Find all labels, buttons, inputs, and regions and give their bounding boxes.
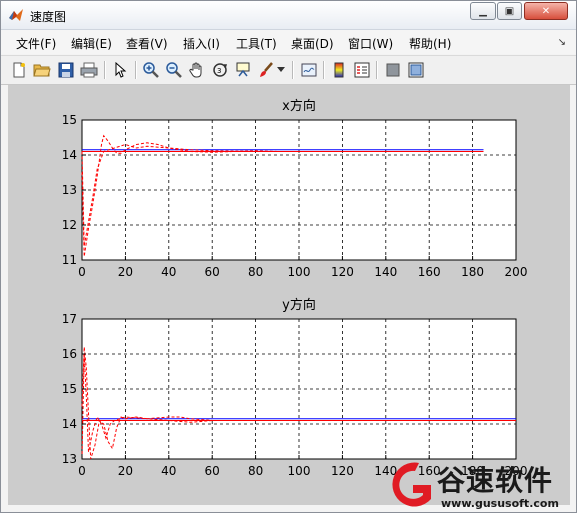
figure-canvas[interactable] [8, 85, 570, 505]
menu-window[interactable]: 窗口(W) [348, 35, 393, 52]
menu-file[interactable]: 文件(F) [16, 35, 56, 52]
new-figure-icon[interactable] [9, 60, 29, 80]
minimize-icon: ▁ [479, 5, 487, 17]
watermark-text: 谷速软件 [437, 464, 554, 497]
toolbar-separator [135, 61, 137, 79]
svg-text:3: 3 [217, 67, 221, 75]
toolbar: 3 [1, 55, 576, 85]
minimize-button[interactable]: ▁ [470, 2, 496, 20]
save-icon[interactable] [56, 60, 76, 80]
data-cursor-icon[interactable] [233, 60, 253, 80]
colorbar-icon[interactable] [329, 60, 349, 80]
link-plot-icon[interactable] [299, 60, 319, 80]
maximize-icon: ▣ [504, 5, 515, 17]
toolbar-separator [323, 61, 325, 79]
title-bar[interactable]: 速度图 ▁ ▣ ✕ [1, 1, 576, 30]
menu-view[interactable]: 查看(V) [126, 35, 168, 52]
brush-icon[interactable] [256, 60, 276, 80]
menu-tools[interactable]: 工具(T) [236, 35, 277, 52]
toolbar-separator [104, 61, 106, 79]
legend-icon[interactable] [352, 60, 372, 80]
pan-hand-icon[interactable] [187, 60, 207, 80]
menu-desktop[interactable]: 桌面(D) [291, 35, 334, 52]
zoom-out-icon[interactable] [164, 60, 184, 80]
window-title: 速度图 [30, 10, 67, 24]
zoom-in-icon[interactable] [141, 60, 161, 80]
print-icon[interactable] [79, 60, 99, 80]
toolbar-separator [292, 61, 294, 79]
menu-dock-arrow-icon[interactable]: ↘ [558, 37, 566, 48]
rotate-3d-icon[interactable]: 3 [210, 60, 230, 80]
menu-bar: 文件(F) 编辑(E) 查看(V) 插入(I) 工具(T) 桌面(D) 窗口(W… [1, 30, 576, 54]
open-icon[interactable] [32, 60, 52, 80]
close-button[interactable]: ✕ [524, 2, 568, 20]
figure-window: 速度图 ▁ ▣ ✕ 文件(F) 编辑(E) 查看(V) 插入(I) 工具(T) … [0, 0, 577, 513]
hide-plot-tools-icon[interactable] [383, 60, 403, 80]
maximize-button[interactable]: ▣ [497, 2, 522, 20]
menu-edit[interactable]: 编辑(E) [71, 35, 112, 52]
brush-dropdown-icon[interactable] [275, 60, 287, 80]
matlab-logo-icon [9, 9, 23, 21]
toolbar-separator [376, 61, 378, 79]
menu-help[interactable]: 帮助(H) [409, 35, 451, 52]
pointer-icon[interactable] [111, 60, 131, 80]
close-icon: ✕ [541, 5, 551, 17]
watermark-url: www.gususoft.com [441, 497, 559, 510]
show-plot-tools-icon[interactable] [406, 60, 426, 80]
menu-insert[interactable]: 插入(I) [183, 35, 220, 52]
